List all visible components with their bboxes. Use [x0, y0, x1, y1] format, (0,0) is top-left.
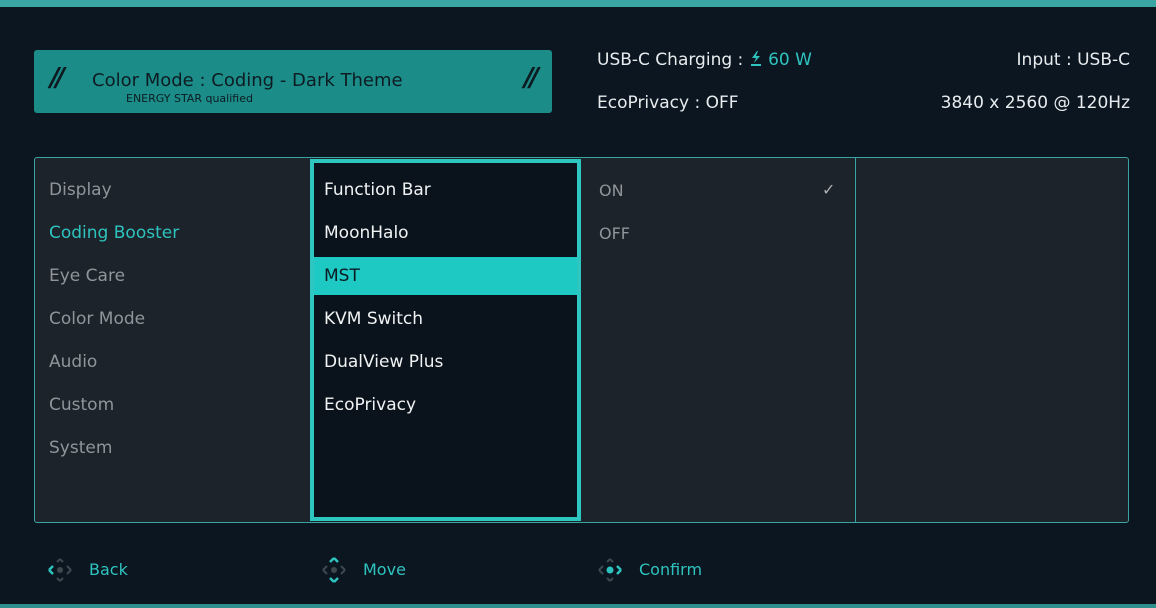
joystick-updown-icon	[319, 555, 349, 585]
input-source: Input : USB-C	[1016, 50, 1130, 70]
color-mode-label: Color Mode : Coding - Dark Theme	[92, 70, 403, 91]
menu-item-system[interactable]: System	[49, 438, 112, 458]
ecoprivacy-status: EcoPrivacy : OFF	[597, 93, 739, 113]
checkmark-icon: ✓	[822, 180, 836, 199]
slash-decoration-left: //	[50, 63, 65, 93]
back-label: Back	[89, 560, 128, 579]
option-off[interactable]: OFF	[599, 224, 630, 243]
submenu-item-kvm-switch[interactable]: KVM Switch	[314, 300, 577, 338]
submenu-column: Function Bar MoonHalo MST KVM Switch Dua…	[310, 159, 581, 521]
bottom-accent-line	[0, 604, 1156, 608]
resolution-display: 3840 x 2560 @ 120Hz	[940, 93, 1130, 113]
submenu-item-dualview-plus[interactable]: DualView Plus	[314, 343, 577, 381]
menu-item-coding-booster[interactable]: Coding Booster	[49, 223, 179, 243]
top-accent-line	[0, 0, 1156, 7]
slash-decoration-right: //	[524, 63, 539, 93]
joystick-left-icon	[45, 555, 75, 585]
menu-item-eye-care[interactable]: Eye Care	[49, 266, 125, 286]
move-label: Move	[363, 560, 406, 579]
color-mode-banner: // Color Mode : Coding - Dark Theme ENER…	[34, 50, 552, 113]
menu-item-color-mode[interactable]: Color Mode	[49, 309, 145, 329]
charging-watts: 60 W	[768, 50, 812, 70]
menu-item-audio[interactable]: Audio	[49, 352, 97, 372]
energy-star-label: ENERGY STAR qualified	[126, 92, 253, 105]
usb-c-charging-status: USB-C Charging : 60 W	[597, 50, 812, 70]
usb-c-charging-label: USB-C Charging :	[597, 50, 749, 70]
submenu-item-function-bar[interactable]: Function Bar	[314, 171, 577, 209]
menu-item-display[interactable]: Display	[49, 180, 112, 200]
options-column: ON ✓ OFF	[583, 158, 856, 522]
joystick-press-icon	[595, 555, 625, 585]
submenu-item-moonhalo[interactable]: MoonHalo	[314, 214, 577, 252]
main-menu-column: Display Coding Booster Eye Care Color Mo…	[35, 158, 309, 522]
menu-item-custom[interactable]: Custom	[49, 395, 114, 415]
submenu-item-mst[interactable]: MST	[314, 257, 577, 295]
submenu-item-ecoprivacy[interactable]: EcoPrivacy	[314, 386, 577, 424]
osd-menu-panel: Display Coding Booster Eye Care Color Mo…	[34, 157, 1129, 523]
lightning-plug-icon	[749, 50, 763, 70]
option-on[interactable]: ON	[599, 181, 624, 200]
confirm-label: Confirm	[639, 560, 703, 579]
